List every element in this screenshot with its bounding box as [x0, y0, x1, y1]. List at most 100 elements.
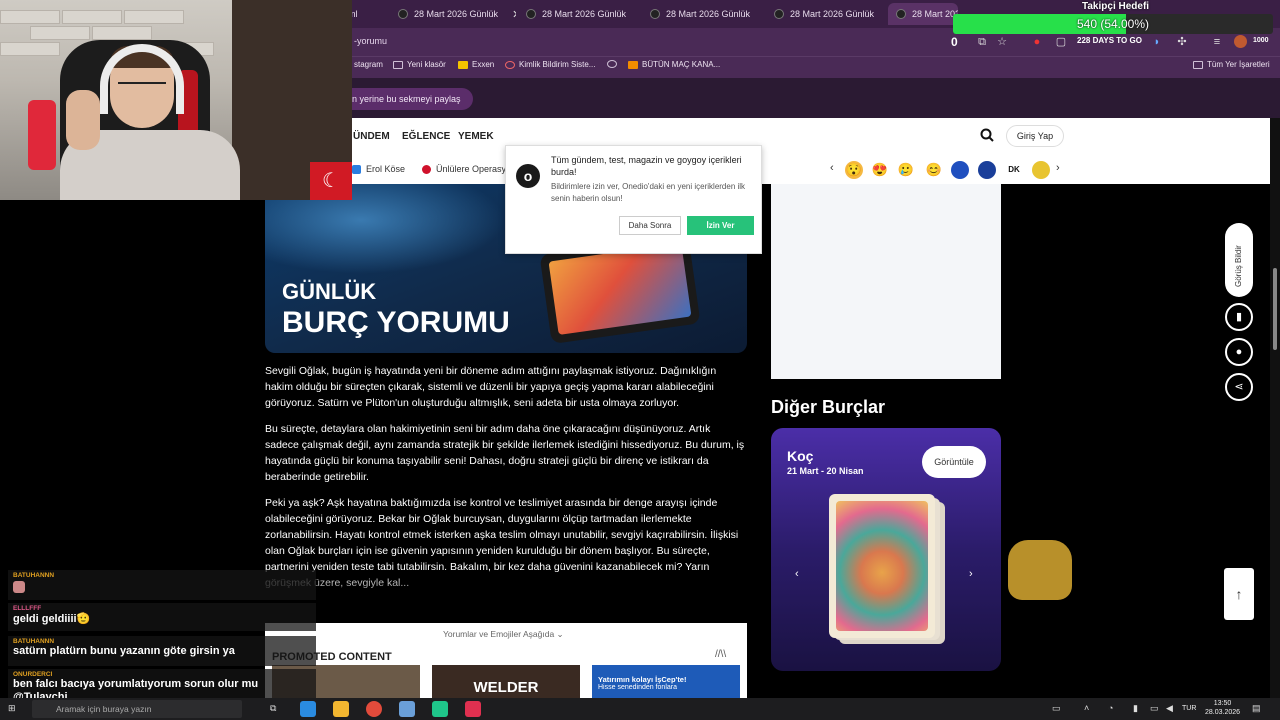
install-icon[interactable]: ⧉: [976, 36, 988, 48]
network-icon[interactable]: ▭: [1150, 703, 1159, 714]
wall-brick: [0, 10, 60, 24]
nav-yemek[interactable]: YEMEK: [458, 131, 494, 142]
tab-list-icon[interactable]: ≡: [1211, 36, 1223, 48]
allow-button[interactable]: İzin Ver: [687, 216, 754, 235]
chat-text: satürn platürn bunu yazanın göte girsin …: [13, 645, 235, 657]
tab-active[interactable]: 28 Mart 2026 Günlük: [888, 3, 958, 25]
tab-favicon-icon: [774, 9, 784, 19]
tab-favicon-icon: [896, 9, 906, 19]
tab-1[interactable]: 28 Mart 2026 Günlük ✕: [390, 3, 516, 25]
share-tab-button[interactable]: n yerine bu sekmeyi paylaş: [340, 88, 473, 110]
sign-card: Koç 21 Mart - 20 Nisan Görüntüle ‹ ›: [771, 428, 1001, 671]
tray-chevron-up-icon[interactable]: ˄: [1084, 703, 1089, 713]
days-badge[interactable]: 228 DAYS TO GO: [1077, 36, 1142, 45]
wall-brick: [30, 26, 90, 40]
bookmark-folder[interactable]: Yeni klasör: [393, 60, 446, 69]
category-badge-icon[interactable]: [978, 161, 996, 179]
feedback-button[interactable]: Görüş Bildir: [1225, 223, 1253, 297]
emoji-surprised[interactable]: 😯: [845, 161, 863, 179]
star-icon[interactable]: ☆: [996, 36, 1008, 48]
taskbar-search[interactable]: Aramak için buraya yazın: [32, 700, 242, 718]
search-icon[interactable]: [980, 128, 994, 142]
promo-bank-line1: Yatırımın kolayı İşCep'te!: [598, 675, 687, 684]
chevron-right-icon[interactable]: ›: [1056, 162, 1060, 174]
aries-tarot-card[interactable]: [829, 494, 935, 638]
follower-goal-text: 540 (54.00%): [1076, 17, 1150, 31]
windows-start-icon[interactable]: ⊞: [8, 703, 16, 714]
tab-label: 28 Mart 2026 Günlük: [542, 9, 627, 19]
chat-message: BATUHANNN: [8, 570, 316, 600]
chevron-right-icon[interactable]: ›: [969, 568, 973, 580]
scrollbar-thumb[interactable]: [1273, 268, 1277, 350]
feedback-label: Görüş Bildir: [1234, 245, 1243, 287]
extension-red-icon[interactable]: ●: [1031, 36, 1043, 48]
category-badge-icon[interactable]: [1032, 161, 1050, 179]
emoji-smile[interactable]: 😊: [925, 161, 943, 179]
close-icon[interactable]: ✕: [512, 8, 516, 21]
bookmark-kimlik[interactable]: Kimlik Bildirim Siste...: [505, 60, 595, 69]
chat-message: BATUHANNN satürn platürn bunu yazanın gö…: [8, 636, 316, 666]
chrome-icon[interactable]: [366, 701, 382, 717]
page-scrollbar[interactable]: [1270, 118, 1280, 700]
extension-wave-icon[interactable]: ◗: [1151, 36, 1163, 48]
cat-overlay-icon: [1008, 540, 1072, 600]
stream-chat: BATUHANNN ELLLFFF geldi geldiiii🫡 BATUHA…: [8, 570, 316, 710]
webcam-overlay: ☾: [0, 0, 352, 200]
emoji-heart-eyes[interactable]: 😍: [871, 161, 889, 179]
bookmark-all[interactable]: Tüm Yer İşaretleri: [1193, 60, 1270, 69]
aries-ram-image: [836, 501, 928, 631]
tab-label: 28 Mart 2026 Günlük: [790, 9, 875, 19]
file-explorer-icon[interactable]: [333, 701, 349, 717]
sign-name: Koç: [787, 448, 814, 464]
clock[interactable]: 13:50 28.03.2026: [1205, 699, 1240, 717]
follower-goal-bar: 540 (54.00%): [953, 14, 1273, 34]
chat-username: ELLLFFF: [13, 605, 42, 612]
chevron-left-icon[interactable]: ‹: [830, 162, 834, 174]
story-icon: [422, 164, 431, 174]
wall-brick: [92, 26, 152, 40]
story-erol-kose[interactable]: Erol Köse: [352, 164, 405, 174]
bookmark-icon[interactable]: ▮: [1225, 303, 1253, 331]
nav-eglence[interactable]: EĞLENCE: [402, 131, 450, 142]
wall-brick: [62, 10, 122, 24]
chat-message: ELLLFFF geldi geldiiii🫡: [8, 603, 316, 631]
tray-window-icon[interactable]: ▭: [1052, 703, 1061, 714]
profile-avatar[interactable]: [1234, 35, 1247, 48]
later-button[interactable]: Daha Sonra: [619, 216, 681, 235]
tab-4[interactable]: 28 Mart 2026 Günlük✕: [766, 3, 886, 25]
app-icon[interactable]: [432, 701, 448, 717]
tray-usb-icon[interactable]: ▮: [1133, 703, 1138, 714]
bookmark-exxen[interactable]: Exxen: [458, 60, 494, 69]
sign-dates: 21 Mart - 20 Nisan: [787, 466, 864, 476]
url-text[interactable]: -yorumu: [354, 36, 387, 46]
view-sign-button[interactable]: Görüntüle: [922, 446, 986, 478]
bookmark-instagram[interactable]: stagram: [354, 60, 383, 69]
app-icon[interactable]: [465, 701, 481, 717]
share-icon[interactable]: ⋖: [1225, 373, 1253, 401]
comments-icon[interactable]: ●: [1225, 338, 1253, 366]
extensions-puzzle-icon[interactable]: ✣: [1176, 36, 1188, 48]
comments-toggle[interactable]: Yorumlar ve Emojiler Aşağıda ⌄: [443, 629, 564, 640]
extension-square-icon[interactable]: ▢: [1055, 36, 1067, 48]
dk-badge[interactable]: DK: [1005, 161, 1023, 179]
login-button[interactable]: Giriş Yap: [1006, 125, 1064, 147]
chat-text: geldi geldiiii🫡: [13, 613, 91, 625]
emoji-teary[interactable]: 🥲: [897, 161, 915, 179]
notifications-icon[interactable]: ▤: [1252, 703, 1261, 714]
nav-gundem[interactable]: ÜNDEM: [353, 131, 390, 142]
chevron-left-icon[interactable]: ‹: [795, 568, 799, 580]
volume-icon[interactable]: ◀: [1166, 703, 1173, 714]
bookmark-globe[interactable]: [607, 60, 617, 68]
tab-3[interactable]: 28 Mart 2026 Günlük✕: [642, 3, 764, 25]
category-badge-icon[interactable]: [951, 161, 969, 179]
story-unlulere[interactable]: Ünlülere Operasy: [422, 164, 506, 174]
tab-2[interactable]: 28 Mart 2026 Günlük✕: [518, 3, 640, 25]
task-view-icon[interactable]: ⧉: [270, 703, 276, 714]
app-icon[interactable]: [399, 701, 415, 717]
tray-app-icon[interactable]: ◔: [1108, 703, 1113, 713]
scroll-to-top-button[interactable]: ↑: [1224, 568, 1254, 620]
bookmark-mac[interactable]: BÜTÜN MAÇ KANA...: [628, 60, 720, 69]
edge-icon[interactable]: [300, 701, 316, 717]
language-indicator[interactable]: TUR: [1182, 705, 1196, 712]
promo-logo: //\\: [715, 649, 727, 660]
